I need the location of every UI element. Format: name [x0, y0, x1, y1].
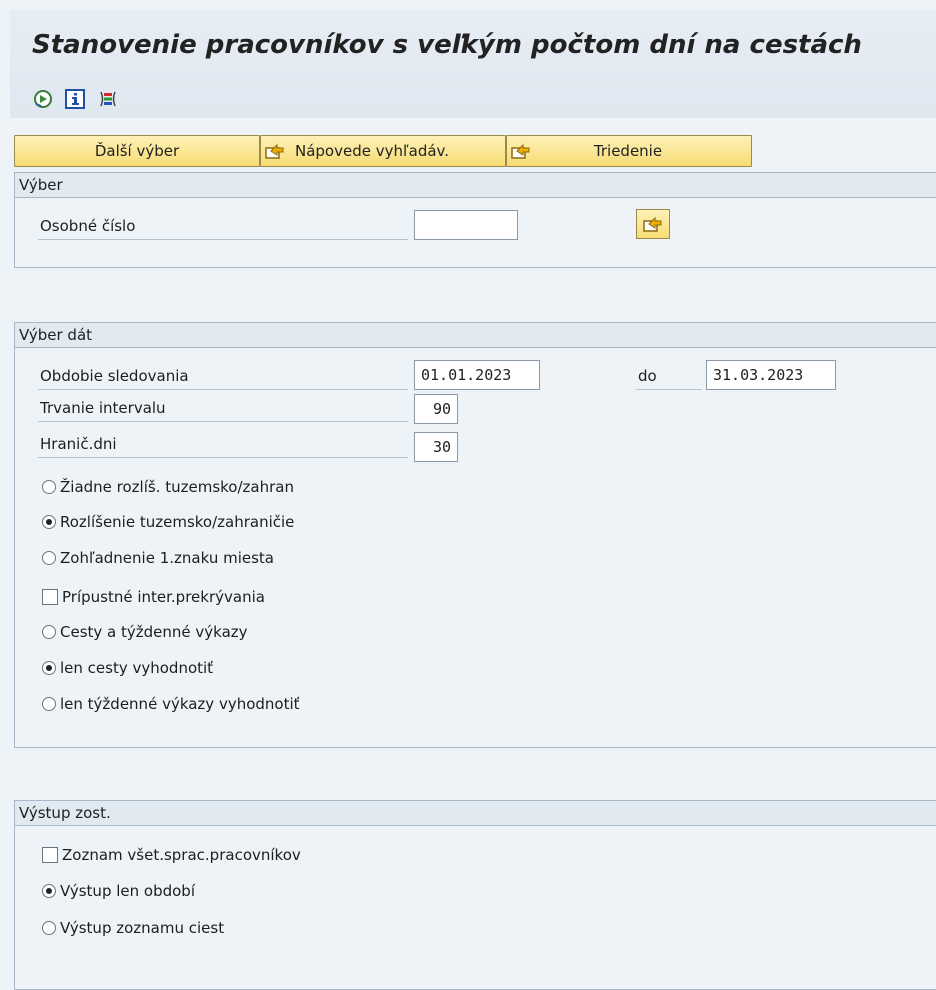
radio-button[interactable]	[42, 661, 56, 675]
osobne-cislo-label: Osobné číslo	[38, 212, 408, 240]
option-label: Zohľadnenie 1.znaku miesta	[60, 549, 274, 567]
checkbox[interactable]	[42, 589, 58, 605]
hranic-dni-label: Hranič.dni	[38, 430, 408, 458]
option-label: len cesty vyhodnotiť	[60, 659, 214, 677]
option-zohladnenie[interactable]: Zohľadnenie 1.znaku miesta	[42, 546, 274, 570]
obdobie-label: Obdobie sledovania	[38, 362, 408, 390]
option-ziadne-rozlis[interactable]: Žiadne rozlíš. tuzemsko/zahran	[42, 475, 294, 499]
selection-options-icon[interactable]	[96, 88, 118, 110]
option-len-cesty[interactable]: len cesty vyhodnotiť	[42, 656, 213, 680]
dalsi-vyber-button[interactable]: Ďalší výber	[14, 135, 260, 167]
option-zoznam-pracovnikov[interactable]: Zoznam všet.sprac.pracovníkov	[42, 843, 301, 867]
option-label: len týždenné výkazy vyhodnotiť	[60, 695, 300, 713]
option-pripustne[interactable]: Prípustné inter.prekrývania	[42, 585, 265, 609]
export-arrow-icon	[261, 142, 289, 160]
triedenie-label: Triedenie	[593, 142, 663, 160]
checkbox[interactable]	[42, 847, 58, 863]
obdobie-to-field[interactable]: 31.03.2023	[706, 360, 836, 390]
option-cesty-a-vykazy[interactable]: Cesty a týždenné výkazy	[42, 620, 248, 644]
napovede-label: Nápovede vyhľadáv.	[295, 142, 450, 160]
dalsi-vyber-label: Ďalší výber	[94, 142, 180, 160]
radio-button[interactable]	[42, 551, 56, 565]
title-bar: Stanovenie pracovníkov s veľkým počtom d…	[10, 10, 936, 118]
radio-button[interactable]	[42, 921, 56, 935]
option-label: Žiadne rozlíš. tuzemsko/zahran	[60, 478, 294, 496]
export-arrow-icon	[643, 216, 662, 232]
application-toolbar	[32, 88, 118, 110]
option-label: Výstup len období	[60, 882, 195, 900]
selection-button-row: Ďalší výber Nápovede vyhľadáv. Triedenie	[14, 135, 752, 167]
multiple-selection-button[interactable]	[636, 209, 670, 239]
radio-button[interactable]	[42, 515, 56, 529]
vystup-group-header: Výstup zost.	[15, 801, 936, 826]
info-icon[interactable]	[64, 88, 86, 110]
vyber-group-header: Výber	[15, 173, 936, 198]
vyber-dat-group-header: Výber dát	[15, 323, 936, 348]
option-vystup-zoznamu-ciest[interactable]: Výstup zoznamu ciest	[42, 916, 224, 940]
export-arrow-icon	[507, 142, 535, 160]
radio-button[interactable]	[42, 480, 56, 494]
obdobie-from-field[interactable]: 01.01.2023	[414, 360, 540, 390]
radio-button[interactable]	[42, 625, 56, 639]
napovede-vyhladav-button[interactable]: Nápovede vyhľadáv.	[260, 135, 506, 167]
osobne-cislo-field[interactable]	[414, 210, 518, 240]
trvanie-label: Trvanie intervalu	[38, 394, 408, 422]
option-label: Rozlíšenie tuzemsko/zahraničie	[60, 513, 295, 531]
option-label: Prípustné inter.prekrývania	[62, 588, 265, 606]
do-label: do	[636, 362, 702, 390]
execute-icon[interactable]	[32, 88, 54, 110]
trvanie-field[interactable]: 90	[414, 394, 458, 424]
option-len-vykazy[interactable]: len týždenné výkazy vyhodnotiť	[42, 692, 300, 716]
radio-button[interactable]	[42, 697, 56, 711]
option-label: Zoznam všet.sprac.pracovníkov	[62, 846, 301, 864]
triedenie-button[interactable]: Triedenie	[506, 135, 752, 167]
option-label: Výstup zoznamu ciest	[60, 919, 225, 937]
option-rozlisenie[interactable]: Rozlíšenie tuzemsko/zahraničie	[42, 510, 294, 534]
hranic-dni-field[interactable]: 30	[414, 432, 458, 462]
option-vystup-len-obdobi[interactable]: Výstup len období	[42, 879, 195, 903]
radio-button[interactable]	[42, 884, 56, 898]
page-title: Stanovenie pracovníkov s veľkým počtom d…	[32, 30, 862, 60]
option-label: Cesty a týždenné výkazy	[60, 623, 248, 641]
